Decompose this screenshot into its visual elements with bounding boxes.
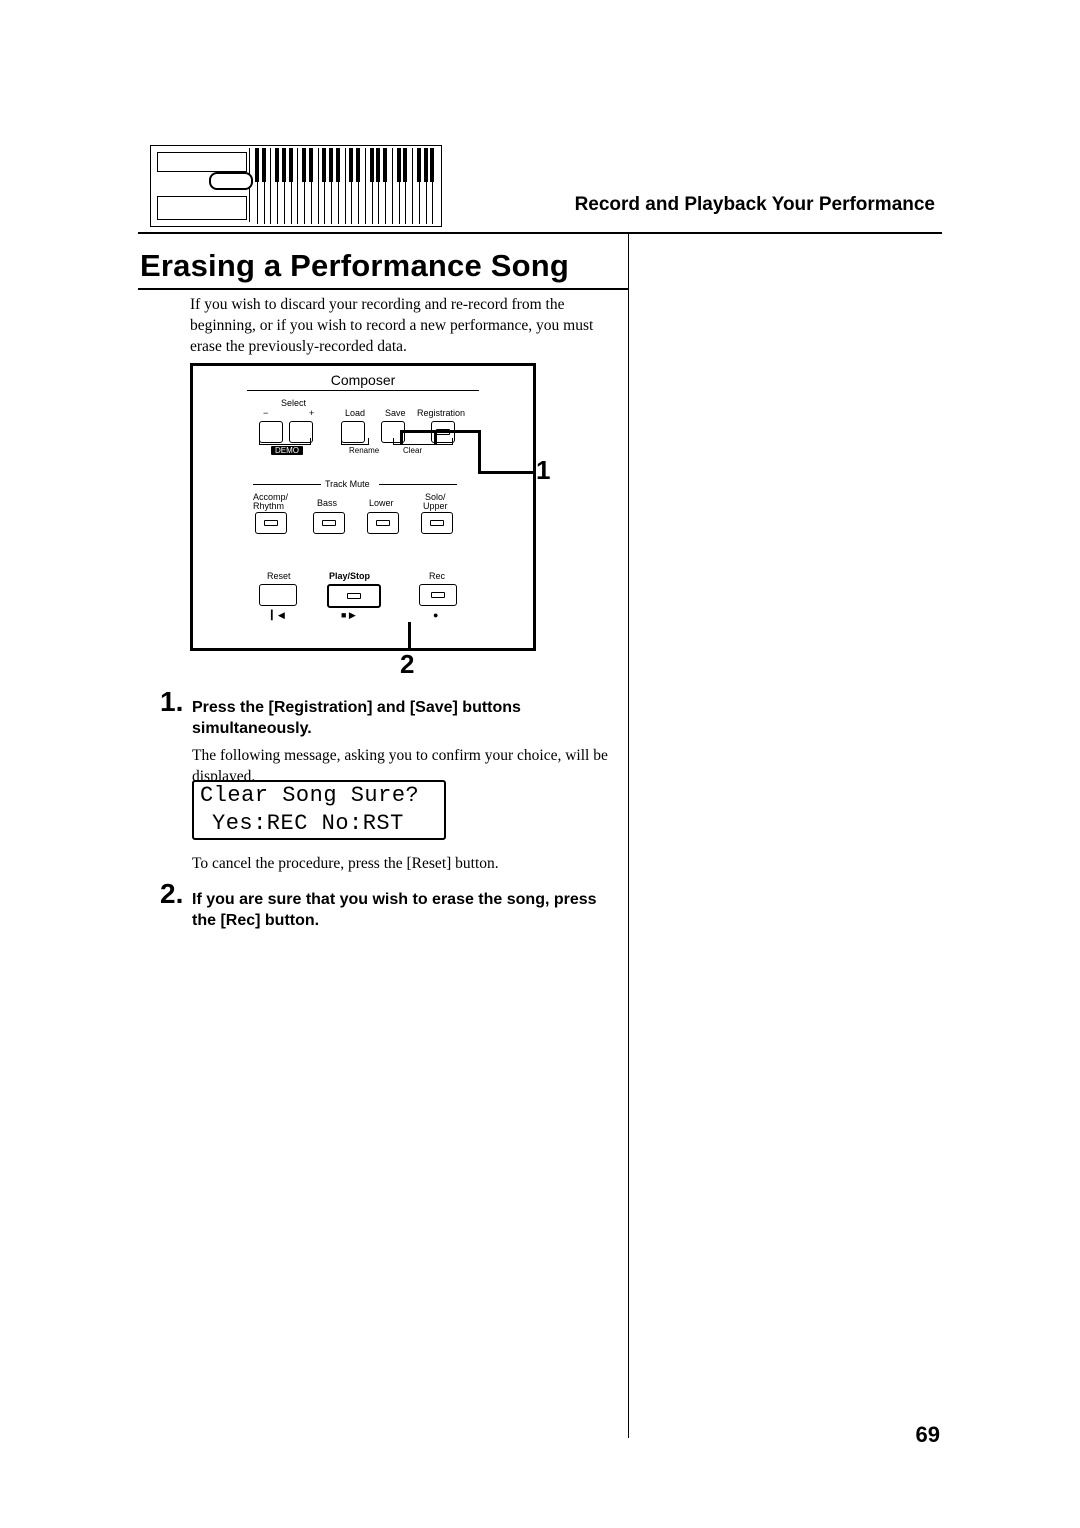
rename-label: Rename (349, 446, 379, 455)
callout-2: 2 (400, 649, 414, 680)
lcd-display: Clear Song Sure? Yes:REC No:RST (192, 780, 446, 840)
manual-page: Record and Playback Your Performance Era… (0, 0, 1080, 1528)
callout-1-connector (400, 430, 478, 433)
tm-rule-r (379, 484, 457, 485)
title-rule (138, 288, 628, 290)
page-number: 69 (916, 1422, 940, 1448)
callout-1-connector (478, 430, 481, 472)
section-header: Record and Playback Your Performance (575, 194, 935, 216)
bass-label: Bass (317, 498, 337, 508)
accomp-button[interactable] (255, 512, 287, 534)
load-button[interactable] (341, 421, 365, 443)
registration-label: Registration (417, 408, 465, 418)
select-label: Select (281, 398, 306, 408)
step-1-number: 1. (160, 686, 183, 718)
reset-button[interactable] (259, 584, 297, 606)
top-rule (138, 232, 942, 234)
reset-label: Reset (267, 571, 291, 581)
skip-back-icon: ▎◀ (271, 610, 285, 621)
lower-label: Lower (369, 498, 394, 508)
clear-bracket (393, 444, 453, 445)
upper-button[interactable] (421, 512, 453, 534)
tm-rule-l (253, 484, 321, 485)
rec-button[interactable] (419, 584, 457, 606)
callout-1-line (478, 471, 534, 474)
rename-bracket (341, 444, 369, 445)
lcd-line2: Yes:REC No:RST (200, 810, 438, 838)
save-label: Save (385, 408, 406, 418)
composer-rule (247, 390, 479, 391)
rec-label: Rec (429, 571, 445, 581)
track-mute-label: Track Mute (325, 479, 370, 489)
rhythm-label: Rhythm (253, 501, 284, 511)
lower-button[interactable] (367, 512, 399, 534)
lcd-line1: Clear Song Sure? (200, 782, 438, 810)
keyboard-highlight-oval (209, 172, 253, 190)
composer-panel: Composer Select − + Load Save Registrati… (190, 363, 536, 651)
callout-1-connector (400, 430, 403, 444)
callout-1: 1 (536, 455, 550, 486)
callout-1-connector (434, 430, 437, 444)
step-1-bold: Press the [Registration] and [Save] butt… (192, 698, 612, 740)
record-icon: ● (433, 610, 438, 620)
step-2-number: 2. (160, 878, 183, 910)
load-label: Load (345, 408, 365, 418)
keyboard-illustration (150, 145, 442, 227)
clear-label: Clear (403, 446, 422, 455)
page-title: Erasing a Performance Song (140, 248, 569, 284)
minus-label: − (263, 408, 268, 418)
vertical-rule (628, 232, 629, 1438)
composer-title: Composer (193, 372, 533, 388)
bass-button[interactable] (313, 512, 345, 534)
keyboard-keys (251, 148, 439, 224)
demo-bracket (259, 444, 311, 445)
playstop-button[interactable] (327, 584, 381, 608)
playstop-label: Play/Stop (329, 571, 370, 581)
stop-play-icon: ■ ▶ (341, 610, 356, 621)
step-1-text2: To cancel the procedure, press the [Rese… (192, 854, 612, 875)
plus-label: + (309, 408, 314, 418)
minus-button[interactable] (259, 421, 283, 443)
demo-tag: DEMO (271, 446, 303, 455)
step-2-bold: If you are sure that you wish to erase t… (192, 890, 612, 932)
callout-2-line (408, 622, 411, 650)
upper-label: Upper (423, 501, 448, 511)
intro-text: If you wish to discard your recording an… (190, 295, 610, 358)
